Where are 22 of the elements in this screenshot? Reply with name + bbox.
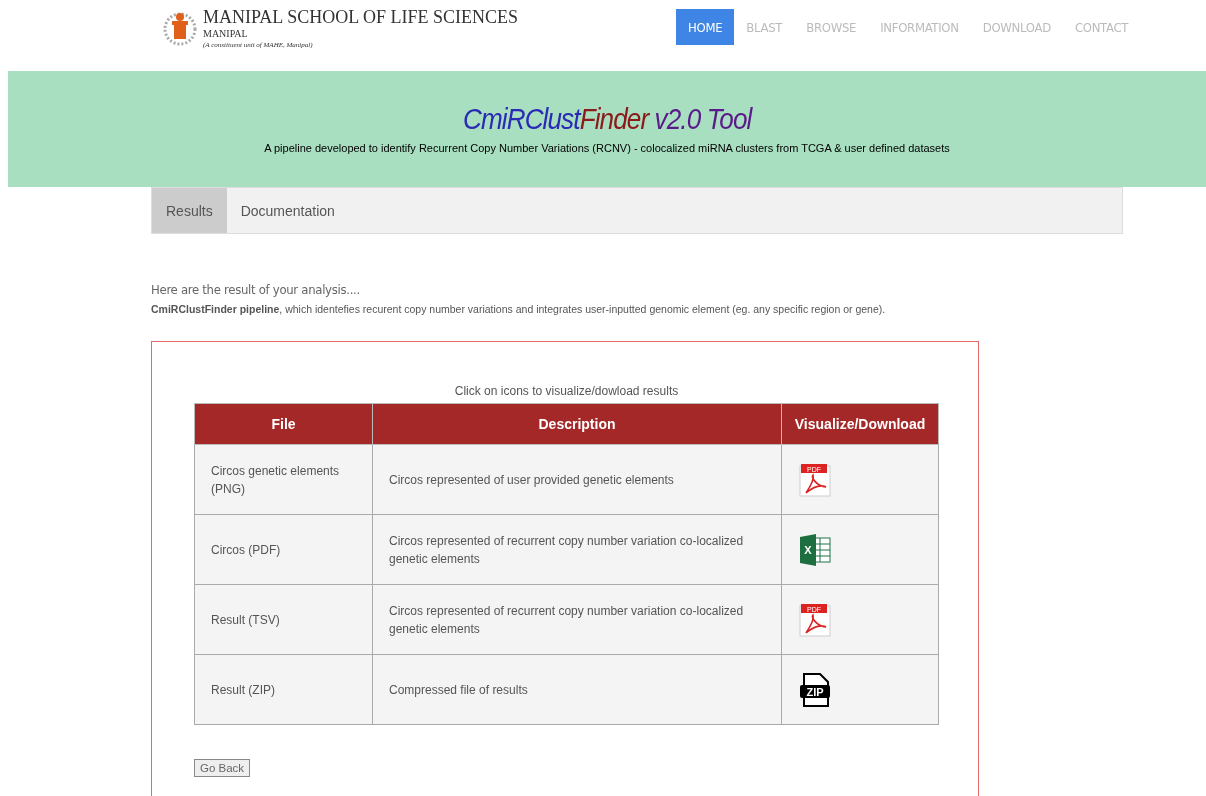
tab[interactable]: Results <box>152 188 227 233</box>
tab[interactable]: Documentation <box>226 188 349 233</box>
column-header: Description <box>372 403 782 445</box>
table-cell: Circos represented of recurrent copy number variation co-localized genetic elements <box>372 584 782 655</box>
nav-link[interactable]: HOME <box>676 9 735 45</box>
intro-text: CmiRClustFinder pipeline, which identefies recurent copy number variations and integrates user-inputted genomic element (eg. any specific region or gene). <box>151 303 887 315</box>
column-header: Visualize/Download <box>781 403 939 445</box>
table-cell: Compressed file of results <box>372 654 782 725</box>
go-back-button[interactable]: Go Back <box>194 759 251 777</box>
table-cell: Result (ZIP) <box>194 654 373 725</box>
table-cell: Circos genetic elements (PNG) <box>194 444 373 515</box>
tool-subtitle: A pipeline developed to identify Recurrent Copy Number Variations (RCNV) - colocalized miRNA clusters from TCGA & user defined datasets <box>264 142 950 154</box>
result-heading: Here are the result of your analysis.... <box>151 282 361 297</box>
tool-title: CmiRClustFinder v2.0 Tool <box>462 103 752 136</box>
column-header: File <box>194 403 373 445</box>
table-caption: Click on icons to visualize/dowload results <box>453 384 680 398</box>
school-name: MANIPAL SCHOOL OF LIFE SCIENCES <box>203 7 519 27</box>
table-cell: Circos represented of recurrent copy number variation co-localized genetic elements <box>372 514 782 585</box>
location-text: MANIPAL <box>203 27 249 40</box>
table-cell: Circos (PDF) <box>194 514 373 585</box>
table-cell: Circos represented of user provided genetic elements <box>372 444 782 515</box>
table-cell: Result (TSV) <box>194 584 373 655</box>
